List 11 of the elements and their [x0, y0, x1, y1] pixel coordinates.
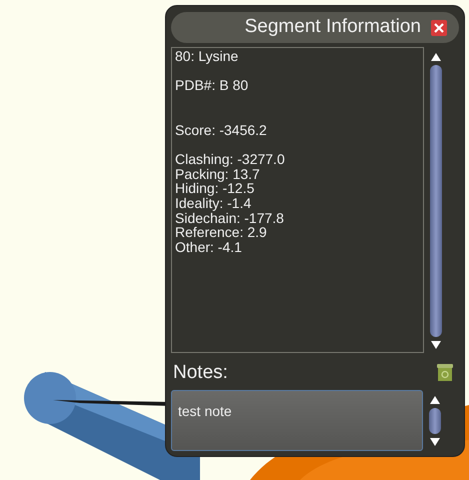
scroll-down-icon[interactable] [430, 438, 440, 446]
scrollbar-thumb[interactable] [430, 65, 442, 337]
notes-field[interactable]: test note [171, 390, 423, 451]
panel-title: Segment Information [244, 15, 421, 40]
scroll-down-icon[interactable] [431, 340, 441, 349]
close-icon[interactable] [431, 20, 447, 36]
trash-icon[interactable] [437, 364, 453, 382]
info-text: 80: Lysine PDB#: B 80 Score: -3456.2 Clashing: -3277.0 Packing: 13.7 Hiding: -12.5 Ideality: -1.4 Sidechain: -177.8 Reference: 2.9 Other: -4.1 [175, 49, 286, 255]
notes-label: Notes: [172, 360, 228, 385]
scrollbar-thumb[interactable] [429, 408, 441, 434]
scroll-up-icon[interactable] [431, 53, 441, 61]
